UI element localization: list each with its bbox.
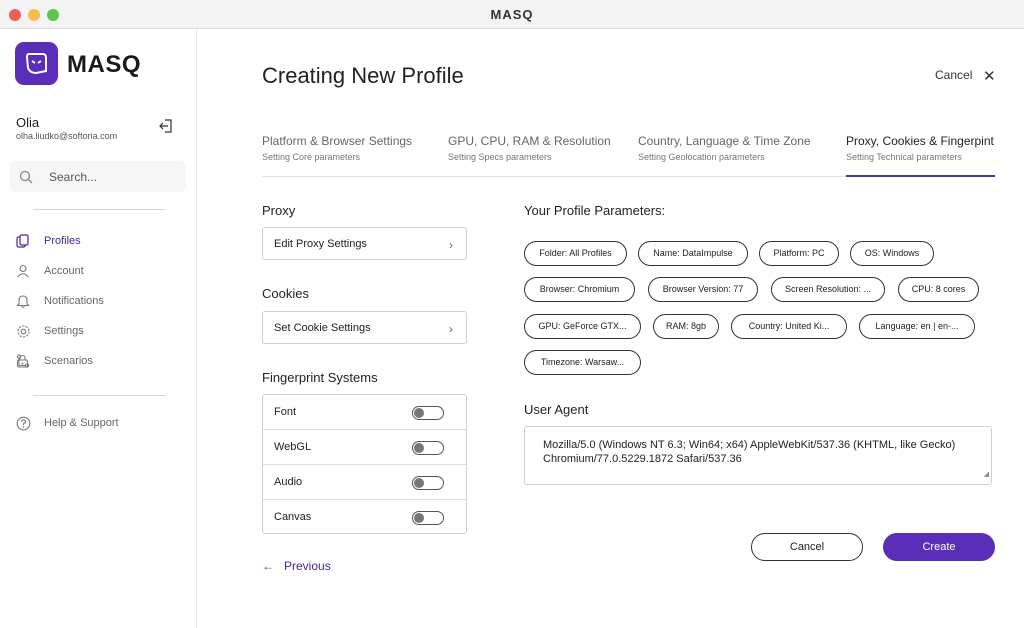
close-icon[interactable]: ✕ — [983, 67, 996, 85]
logo-icon — [15, 42, 58, 85]
chevron-right-icon: › — [449, 238, 453, 252]
search-icon — [19, 170, 33, 184]
sidebar-item-scenarios[interactable]: Scenarios — [16, 351, 186, 373]
font-toggle[interactable] — [412, 406, 444, 420]
param-chip: Browser: Chromium — [524, 277, 635, 302]
fingerprint-row-canvas: Canvas — [263, 500, 466, 535]
param-chip: CPU: 8 cores — [898, 277, 979, 302]
audio-toggle[interactable] — [412, 476, 444, 490]
previous-button[interactable]: ← Previous — [262, 559, 331, 573]
title-bar: MASQ — [0, 0, 1024, 29]
sidebar-item-label: Notifications — [44, 295, 104, 307]
arrow-left-icon: ← — [262, 559, 274, 573]
cancel-button[interactable]: Cancel — [751, 533, 863, 561]
user-agent-heading: User Agent — [524, 402, 589, 417]
help-icon — [16, 416, 31, 431]
search-input[interactable]: Search... — [10, 161, 186, 192]
user-name: Olia — [16, 115, 40, 130]
user-icon — [17, 264, 29, 278]
param-chip: Language: en | en-... — [859, 314, 975, 339]
sidebar-item-label: Account — [44, 265, 84, 277]
param-chip: GPU: GeForce GTX... — [524, 314, 641, 339]
cancel-link[interactable]: Cancel — [935, 68, 972, 82]
sidebar-item-notifications[interactable]: Notifications — [16, 291, 186, 313]
gear-icon — [17, 325, 30, 338]
fingerprint-row-font: Font — [263, 395, 466, 430]
proxy-heading: Proxy — [262, 203, 296, 218]
param-chip: OS: Windows — [850, 241, 934, 266]
step-subtitle: Setting Specs parameters — [448, 152, 552, 162]
bell-icon — [16, 295, 30, 308]
fingerprint-label: Font — [274, 406, 297, 418]
param-chip: Folder: All Profiles — [524, 241, 627, 266]
step-country-language[interactable]: Country, Language & Time Zone Setting Ge… — [638, 134, 811, 162]
user-agent-textarea[interactable]: Mozilla/5.0 (Windows NT 6.3; Win64; x64)… — [524, 426, 992, 485]
divider — [33, 209, 165, 210]
set-cookie-settings-button[interactable]: Set Cookie Settings › — [262, 311, 467, 344]
logout-icon[interactable] — [158, 118, 174, 134]
sidebar-item-label: Settings — [44, 325, 84, 337]
sidebar-item-settings[interactable]: Settings — [16, 321, 186, 343]
step-title: Proxy, Cookies & Fingerpint — [846, 134, 994, 148]
divider — [33, 395, 165, 396]
search-placeholder: Search... — [49, 170, 98, 184]
resize-handle-icon[interactable]: ◢ — [984, 468, 989, 482]
param-chip: Screen Resolution: ... — [771, 277, 885, 302]
step-subtitle: Setting Technical parameters — [846, 152, 962, 162]
previous-label: Previous — [284, 559, 331, 573]
webgl-toggle[interactable] — [412, 441, 444, 455]
fingerprint-label: Audio — [274, 476, 303, 488]
logo-text: MASQ — [67, 51, 141, 78]
profile-parameters-heading: Your Profile Parameters: — [524, 203, 666, 218]
step-subtitle: Setting Geolocation parameters — [638, 152, 765, 162]
sidebar-item-account[interactable]: Account — [16, 261, 186, 283]
param-chip: Name: DataImpulse — [638, 241, 748, 266]
cookies-heading: Cookies — [262, 286, 309, 301]
edit-proxy-settings-button[interactable]: Edit Proxy Settings › — [262, 227, 467, 260]
step-title: Country, Language & Time Zone — [638, 134, 811, 148]
main-content: Creating New Profile Cancel ✕ Platform &… — [197, 29, 1024, 628]
param-chip: Timezone: Warsaw... — [524, 350, 641, 375]
step-platform-browser[interactable]: Platform & Browser Settings Setting Core… — [262, 134, 412, 162]
step-subtitle: Setting Core parameters — [262, 152, 361, 162]
sidebar-item-label: Profiles — [44, 235, 81, 247]
button-label: Edit Proxy Settings — [274, 238, 367, 250]
profiles-icon — [16, 234, 29, 248]
param-chip: Browser Version: 77 — [648, 277, 758, 302]
param-chip: Country: United Ki... — [731, 314, 847, 339]
button-label: Set Cookie Settings — [274, 322, 371, 334]
chevron-right-icon: › — [449, 322, 453, 336]
sidebar-item-label: Scenarios — [44, 355, 93, 367]
sidebar-item-help[interactable]: Help & Support — [16, 413, 186, 435]
fingerprint-row-webgl: WebGL — [263, 430, 466, 465]
param-chip: Platform: PC — [759, 241, 839, 266]
window-title: MASQ — [490, 7, 534, 22]
step-proxy-cookies[interactable]: Proxy, Cookies & Fingerpint Setting Tech… — [846, 134, 994, 162]
sidebar-item-label: Help & Support — [44, 417, 119, 429]
fingerprint-label: WebGL — [274, 441, 312, 453]
create-button[interactable]: Create — [883, 533, 995, 561]
fingerprint-heading: Fingerprint Systems — [262, 370, 378, 385]
app-window: MASQ MASQ Olia olha.liudko@softoria.com … — [0, 0, 1024, 628]
active-step-indicator — [846, 175, 995, 177]
page-title: Creating New Profile — [262, 63, 464, 88]
lock-icon — [16, 354, 29, 368]
canvas-toggle[interactable] — [412, 511, 444, 525]
step-title: Platform & Browser Settings — [262, 134, 413, 148]
param-chip: RAM: 8gb — [653, 314, 719, 339]
user-email: olha.liudko@softoria.com — [16, 131, 118, 141]
sidebar: MASQ Olia olha.liudko@softoria.com Searc… — [0, 29, 197, 628]
fingerprint-list: Font WebGL Audio Canvas — [262, 394, 467, 534]
user-agent-value: Mozilla/5.0 (Windows NT 6.3; Win64; x64)… — [543, 439, 956, 465]
fingerprint-label: Canvas — [274, 511, 312, 523]
step-gpu-cpu[interactable]: GPU, CPU, RAM & Resolution Setting Specs… — [448, 134, 611, 162]
step-title: GPU, CPU, RAM & Resolution — [448, 134, 611, 148]
fingerprint-row-audio: Audio — [263, 465, 466, 500]
sidebar-item-profiles[interactable]: Profiles — [16, 231, 186, 253]
